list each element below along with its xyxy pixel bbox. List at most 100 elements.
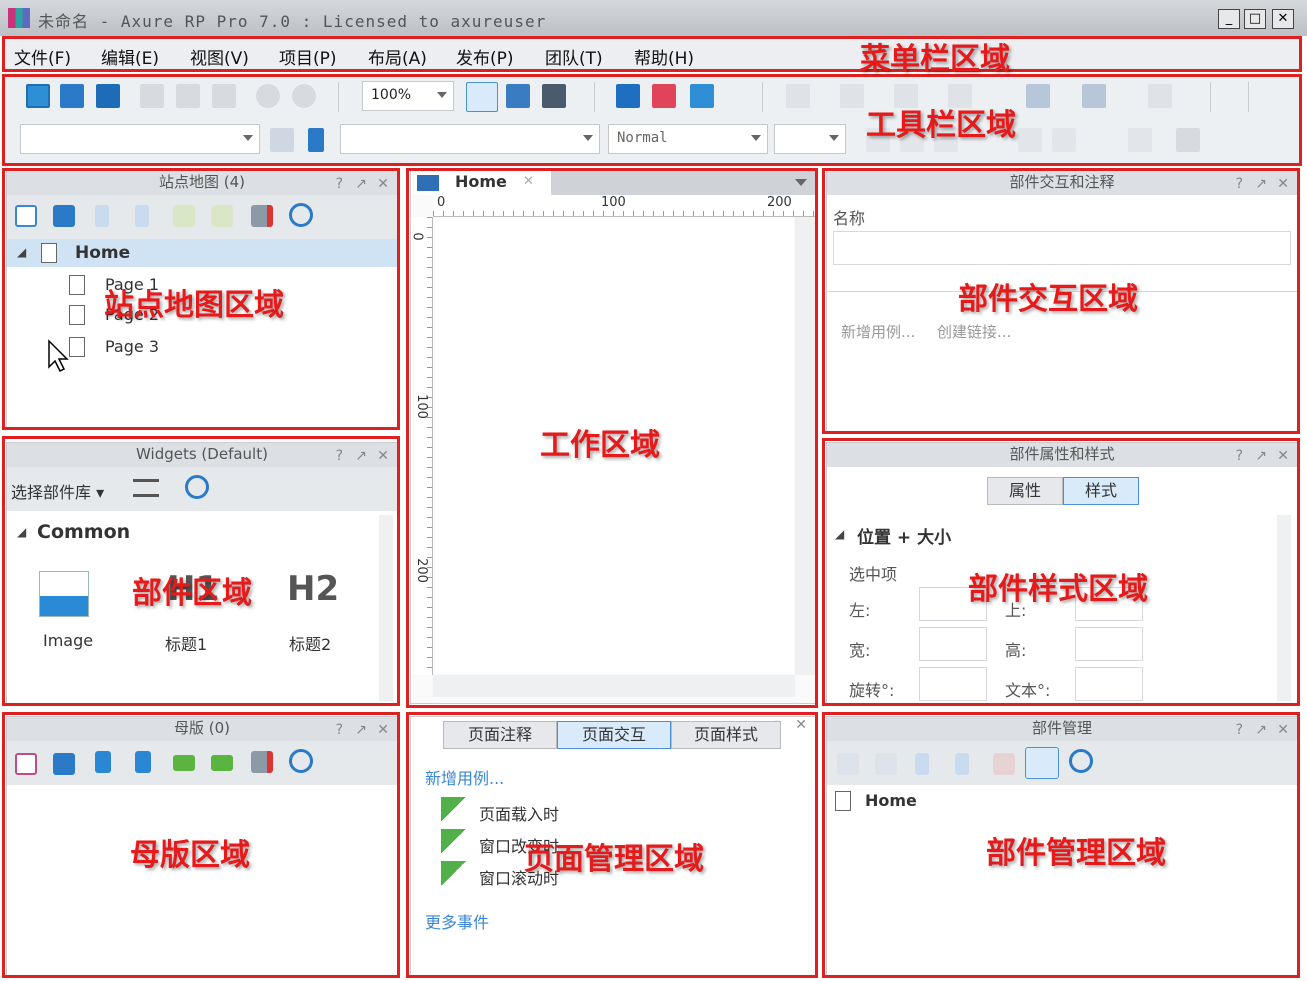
delete-icon[interactable] <box>993 753 1015 775</box>
design-canvas[interactable] <box>434 218 794 674</box>
select-mode-icon[interactable] <box>466 82 498 112</box>
close-button[interactable]: ✕ <box>1272 9 1294 29</box>
preview-icon[interactable] <box>616 84 640 108</box>
add-folder-icon[interactable] <box>53 753 75 775</box>
chevron-down-icon[interactable] <box>795 179 807 186</box>
arrow-style-icon[interactable] <box>948 84 972 108</box>
float-icon[interactable]: ↗ <box>355 173 367 195</box>
more-events-link[interactable]: 更多事件 <box>425 909 489 933</box>
close-icon[interactable]: ✕ <box>1277 719 1289 741</box>
collapse-triangle-icon[interactable]: ◢ <box>17 245 26 259</box>
move-up-icon[interactable] <box>95 205 109 227</box>
tab-page-interactions[interactable]: 页面交互 <box>557 721 671 749</box>
text-rotate-input[interactable] <box>1075 667 1143 701</box>
menu-icon[interactable] <box>133 479 159 497</box>
widget-name-select[interactable] <box>340 124 600 154</box>
event-item[interactable]: 窗口改变时 <box>479 833 559 857</box>
tab-page-notes[interactable]: 页面注释 <box>443 721 557 749</box>
canvas-horizontal-scrollbar[interactable] <box>433 675 795 697</box>
height-input[interactable] <box>1075 627 1143 661</box>
line-style-icon[interactable] <box>840 84 864 108</box>
add-case-link[interactable]: 新增用例... <box>841 321 915 342</box>
event-item[interactable]: 窗口滚动时 <box>479 865 559 889</box>
help-icon[interactable]: ? <box>336 173 343 195</box>
save-icon[interactable] <box>96 84 120 108</box>
move-down-icon[interactable] <box>135 751 151 773</box>
paste-icon[interactable] <box>212 84 236 108</box>
search-icon[interactable] <box>1069 749 1093 773</box>
copy-icon[interactable] <box>176 84 200 108</box>
share-icon[interactable] <box>652 84 676 108</box>
move-up-icon[interactable] <box>95 751 111 773</box>
search-icon[interactable] <box>185 475 209 499</box>
close-icon[interactable]: ✕ <box>795 717 807 733</box>
bullet-icon[interactable] <box>1128 128 1152 152</box>
close-icon[interactable]: ✕ <box>377 173 389 195</box>
search-icon[interactable] <box>289 749 313 773</box>
connector-icon[interactable] <box>542 84 566 108</box>
new-file-icon[interactable] <box>26 84 50 108</box>
zoom-select[interactable]: 100% <box>362 81 454 111</box>
menu-file[interactable]: 文件(F) <box>14 44 71 69</box>
menu-arrange[interactable]: 布局(A) <box>368 44 427 69</box>
help-icon[interactable]: ? <box>336 445 343 467</box>
help-icon[interactable]: ? <box>1236 719 1243 741</box>
move-down-icon[interactable] <box>955 753 969 775</box>
menu-publish[interactable]: 发布(P) <box>456 44 514 69</box>
close-icon[interactable]: ✕ <box>1277 173 1289 195</box>
collapse-triangle-icon[interactable]: ◢ <box>835 527 844 541</box>
width-input[interactable] <box>919 627 987 661</box>
float-icon[interactable]: ↗ <box>355 719 367 741</box>
copy-icon[interactable] <box>875 753 897 775</box>
outdent-icon[interactable] <box>211 755 233 771</box>
indent-icon[interactable] <box>173 205 195 227</box>
properties-scrollbar[interactable] <box>1277 515 1291 701</box>
collapse-triangle-icon[interactable]: ◢ <box>17 525 26 539</box>
close-icon[interactable]: ✕ <box>377 445 389 467</box>
menu-view[interactable]: 视图(V) <box>190 44 249 69</box>
top-input[interactable] <box>1075 587 1143 621</box>
brush-icon[interactable] <box>308 128 324 152</box>
delete-icon[interactable] <box>251 205 273 227</box>
canvas-vertical-scrollbar[interactable] <box>795 217 815 675</box>
font-family-select[interactable] <box>20 124 260 154</box>
close-icon[interactable]: ✕ <box>377 719 389 741</box>
cut-icon[interactable] <box>140 84 164 108</box>
tab-properties[interactable]: 属性 <box>987 477 1063 505</box>
close-icon[interactable]: ✕ <box>1277 445 1289 467</box>
undo-icon[interactable] <box>256 84 280 108</box>
help-icon[interactable]: ? <box>1236 173 1243 195</box>
style-select[interactable]: Normal <box>608 124 768 154</box>
shadow-icon[interactable] <box>1082 84 1106 108</box>
underline-icon[interactable] <box>934 128 958 152</box>
help-icon[interactable]: ? <box>336 719 343 741</box>
tab-style[interactable]: 样式 <box>1063 477 1139 505</box>
add-page-icon[interactable] <box>15 205 37 227</box>
tab-close-icon[interactable]: ✕ <box>523 174 534 189</box>
align-left-icon[interactable] <box>1018 128 1042 152</box>
open-folder-icon[interactable] <box>60 84 84 108</box>
line-weight-icon[interactable] <box>894 84 918 108</box>
outline-item[interactable]: Home <box>865 791 917 810</box>
library-select[interactable]: 选择部件库 ▾ <box>11 479 104 503</box>
add-icon[interactable] <box>837 753 859 775</box>
filter-icon[interactable] <box>1025 747 1059 779</box>
italic-icon[interactable] <box>900 128 924 152</box>
format-painter-icon[interactable] <box>270 128 294 152</box>
font-color-icon[interactable] <box>1176 128 1200 152</box>
tab-home[interactable]: Home ✕ <box>411 171 551 195</box>
add-case-link[interactable]: 新增用例... <box>425 765 504 789</box>
image-widget-icon[interactable] <box>39 571 89 617</box>
publish-icon[interactable] <box>690 84 714 108</box>
border-icon[interactable] <box>786 84 810 108</box>
align-center-icon[interactable] <box>1052 128 1076 152</box>
event-item[interactable]: 页面载入时 <box>479 801 559 825</box>
float-icon[interactable]: ↗ <box>1255 719 1267 741</box>
font-size-select[interactable] <box>774 124 846 154</box>
menu-project[interactable]: 项目(P) <box>279 44 337 69</box>
connect-mode-icon[interactable] <box>506 84 530 108</box>
menu-team[interactable]: 团队(T) <box>545 44 603 69</box>
search-icon[interactable] <box>289 203 313 227</box>
menu-help[interactable]: 帮助(H) <box>634 44 694 69</box>
delete-icon[interactable] <box>251 751 273 773</box>
